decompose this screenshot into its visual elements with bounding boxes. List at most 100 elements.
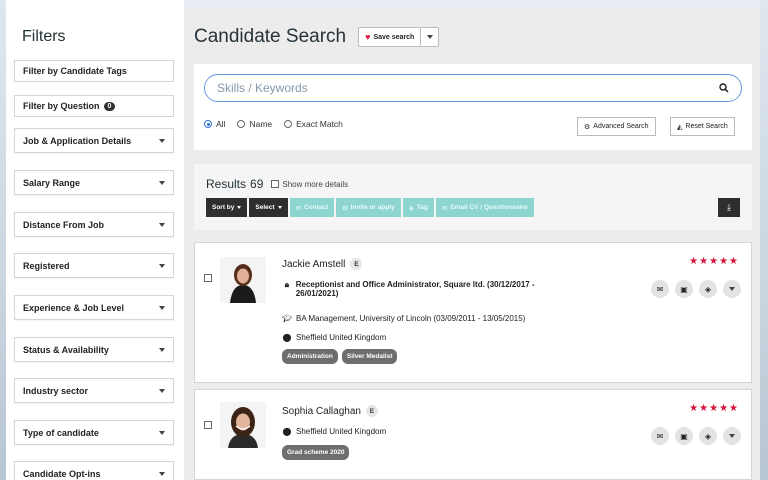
e-badge: E: [365, 405, 378, 417]
filter-label: Filter by Question: [23, 101, 100, 111]
dropdown-label: Type of candidate: [23, 427, 99, 438]
candidate-tags: Grad scheme 2020: [282, 445, 350, 460]
filter-by-question[interactable]: Filter by Question 0: [14, 95, 174, 117]
candidate-actions: ✉ ▣ ◈: [651, 280, 741, 298]
tag-button[interactable]: ◈ Tag: [402, 198, 434, 217]
radio-label: Exact Match: [296, 119, 343, 129]
radio-exact-match[interactable]: Exact Match: [284, 119, 343, 129]
filter-status-availability[interactable]: Status & Availability: [14, 337, 174, 362]
filter-type-of-candidate[interactable]: Type of candidate: [14, 420, 174, 445]
lock-icon: 🔒︎: [284, 280, 289, 289]
envelope-icon[interactable]: ✉: [651, 427, 669, 445]
page-title: Candidate Search: [194, 26, 347, 47]
dropdown-label: Salary Range: [23, 177, 81, 188]
contact-button[interactable]: ✉ Contact: [289, 198, 335, 217]
select-label: Select: [255, 204, 275, 211]
filter-registered[interactable]: Registered: [14, 253, 174, 278]
envelope-icon[interactable]: ✉: [651, 280, 669, 298]
candidate-role-text: Receptionist and Office Administrator, S…: [295, 280, 535, 298]
dropdown-label: Registered: [23, 260, 70, 271]
filter-by-candidate-tags[interactable]: Filter by Candidate Tags: [14, 60, 174, 82]
filter-distance-from-job[interactable]: Distance From Job: [14, 212, 174, 237]
save-search-button[interactable]: ♥ Save search: [358, 27, 422, 47]
candidate-card[interactable]: Sophia Callaghan E ⬤ Sheffield United Ki…: [194, 389, 752, 480]
map-marker-icon: ⬤: [282, 333, 292, 342]
chevron-down-icon: [159, 388, 165, 393]
candidate-checkbox[interactable]: [204, 421, 212, 429]
star-rating[interactable]: ★★★★★: [689, 256, 739, 267]
email-cv-button[interactable]: ✉ Email CV / Questionnaire: [435, 198, 534, 217]
candidate-role: 🔒︎ Receptionist and Office Administrator…: [282, 280, 572, 298]
tag-chip[interactable]: Grad scheme 2020: [282, 445, 350, 460]
candidate-checkbox[interactable]: [204, 274, 212, 282]
advanced-search-label: Advanced Search: [593, 123, 649, 130]
tag-label: Tag: [416, 204, 428, 211]
candidate-name-row: Sophia Callaghan E: [282, 405, 378, 417]
map-marker-icon: ⬤: [282, 427, 292, 436]
graduation-cap-icon: 🎓︎: [282, 314, 293, 323]
tag-chip[interactable]: Administration: [282, 349, 338, 364]
briefcase-icon[interactable]: ▣: [675, 427, 693, 445]
advanced-search-button[interactable]: ⚙ Advanced Search: [577, 117, 656, 136]
radio-all[interactable]: All: [204, 119, 225, 129]
chevron-down-icon: [159, 263, 165, 268]
radio-label: All: [216, 119, 226, 129]
filter-experience-job-level[interactable]: Experience & Job Level: [14, 295, 174, 320]
candidate-name[interactable]: Sophia Callaghan: [282, 406, 361, 417]
briefcase-icon[interactable]: ▣: [675, 280, 693, 298]
filter-job-application-details[interactable]: Job & Application Details: [14, 128, 174, 153]
radio-selected-icon: [204, 120, 212, 128]
gears-icon: ⚙: [584, 123, 591, 131]
candidate-name-row: Jackie Amstell E: [282, 258, 363, 270]
envelope-icon: ✉: [441, 204, 448, 212]
show-more-label: Show more details: [282, 179, 349, 189]
filters-sidebar: Filters Filter by Candidate Tags Filter …: [6, 0, 184, 480]
dropdown-label: Candidate Opt-ins: [23, 468, 101, 479]
radio-name[interactable]: Name: [237, 119, 272, 129]
filter-industry-sector[interactable]: Industry sector: [14, 378, 174, 403]
checkbox[interactable]: [271, 180, 280, 188]
download-button[interactable]: ⤓: [718, 198, 740, 217]
results-count: 69: [250, 177, 264, 191]
filter-candidate-opt-ins[interactable]: Candidate Opt-ins: [14, 461, 174, 480]
dropdown-label: Experience & Job Level: [23, 302, 125, 313]
candidate-name[interactable]: Jackie Amstell: [282, 259, 345, 270]
candidate-location-text: Sheffield United Kingdom: [296, 333, 387, 342]
sort-by-label: Sort by: [212, 204, 235, 211]
filter-salary-range[interactable]: Salary Range: [14, 170, 174, 195]
search-icon[interactable]: [719, 83, 729, 93]
filters-title: Filters: [22, 28, 66, 45]
candidate-education: 🎓︎ BA Management, University of Lincoln …: [282, 314, 525, 323]
star-rating[interactable]: ★★★★★: [689, 403, 739, 414]
envelope-icon: ✉: [295, 204, 302, 212]
results-heading: Results 69 Show more details: [206, 177, 348, 191]
results-label: Results: [206, 177, 247, 191]
chevron-down-icon: [159, 347, 165, 352]
sort-by-button[interactable]: Sort by: [206, 198, 248, 217]
save-search-dropdown[interactable]: [421, 27, 440, 47]
results-panel: Results 69 Show more details Sort by Sel…: [194, 164, 752, 230]
chevron-down-icon: [729, 287, 735, 291]
tag-icon[interactable]: ◈: [699, 427, 717, 445]
select-button[interactable]: Select: [249, 198, 288, 217]
search-input[interactable]: Skills / Keywords: [204, 74, 742, 102]
chevron-down-icon: [426, 35, 433, 39]
more-dropdown[interactable]: [723, 280, 741, 298]
invite-icon: ⊡: [342, 204, 348, 212]
avatar: [220, 402, 266, 448]
page-header: Candidate Search ♥ Save search: [194, 26, 440, 48]
e-badge: E: [350, 258, 363, 270]
main-content: Candidate Search ♥ Save search Skills / …: [184, 8, 760, 480]
show-more-details-toggle[interactable]: Show more details: [271, 180, 348, 189]
candidate-card[interactable]: Jackie Amstell E 🔒︎ Receptionist and Off…: [194, 242, 752, 383]
candidate-location: ⬤ Sheffield United Kingdom: [282, 427, 387, 436]
more-dropdown[interactable]: [723, 427, 741, 445]
invite-or-apply-button[interactable]: ⊡ Invite or apply: [336, 198, 401, 217]
tag-icon[interactable]: ◈: [699, 280, 717, 298]
search-panel: Skills / Keywords All Name Exact Match ⚙…: [194, 64, 752, 150]
filter-label: Filter by Candidate Tags: [23, 66, 127, 76]
reset-search-button[interactable]: ◭ Reset Search: [670, 117, 735, 136]
candidate-location-text: Sheffield United Kingdom: [296, 427, 387, 436]
tag-chip[interactable]: Silver Medalist: [341, 349, 398, 364]
candidate-tags: Administration Silver Medalist: [282, 349, 398, 364]
